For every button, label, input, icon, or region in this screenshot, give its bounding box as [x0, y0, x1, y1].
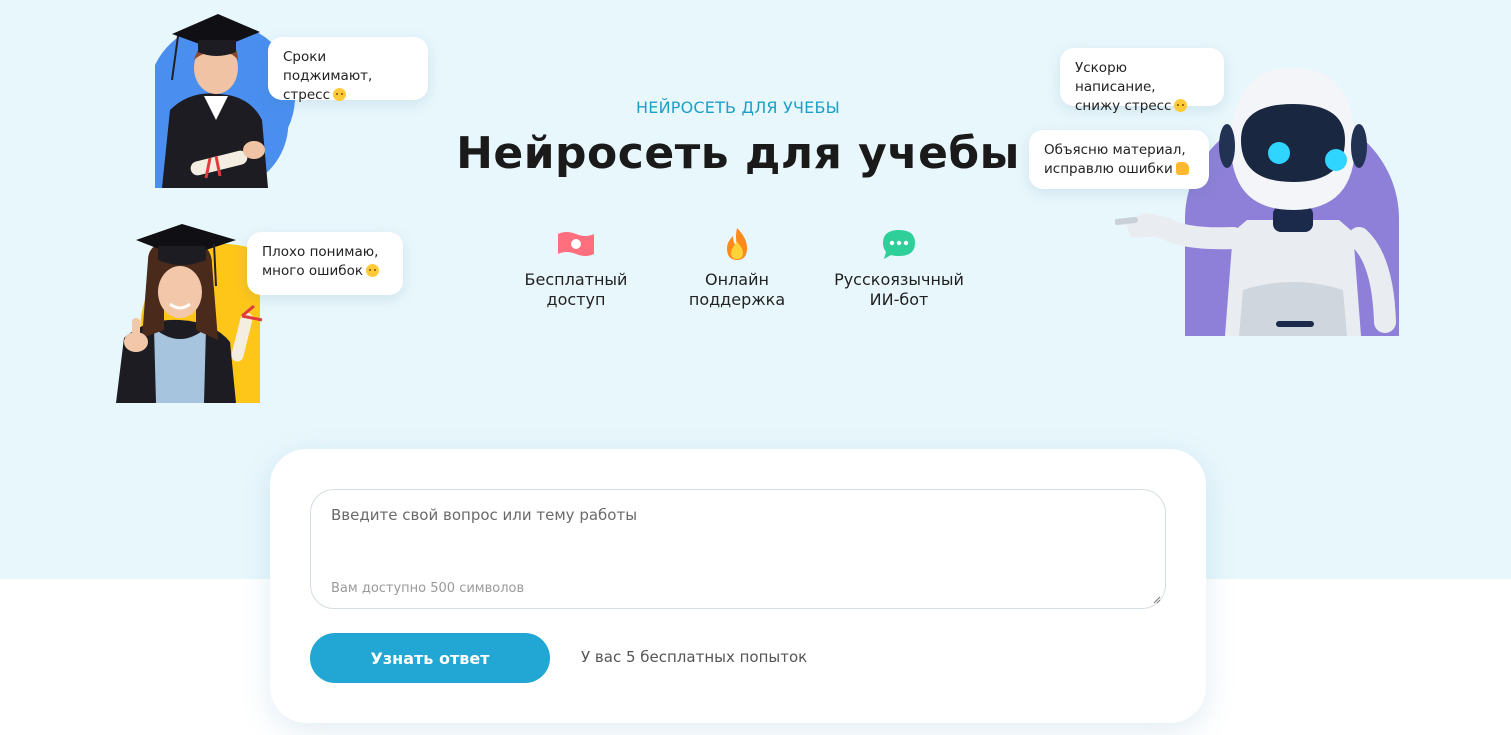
attempts-counter: У вас 5 бесплатных попыток	[581, 648, 808, 666]
char-limit-hint: Вам доступно 500 символов	[331, 581, 525, 596]
flame-icon	[727, 228, 747, 260]
bubble-text-line: Сроки поджимают,	[283, 49, 373, 84]
question-field-wrapper: Вам доступно 500 символов	[310, 489, 1166, 609]
graduate-girl-illustration	[116, 224, 263, 403]
bubble-text-line: Ускорю написание,	[1075, 60, 1156, 95]
feature-label-line: поддержка	[688, 290, 786, 309]
feature-label-line: Бесплатный	[524, 270, 628, 289]
question-form-card: Вам доступно 500 символов Узнать ответ У…	[270, 449, 1206, 723]
resize-handle-icon[interactable]	[1153, 596, 1161, 604]
section-kicker: НЕЙРОСЕТЬ ДЛЯ УЧЕБЫ	[636, 98, 840, 117]
page-title: Нейросеть для учебы	[456, 128, 1020, 179]
feature-label-line: Онлайн	[705, 270, 769, 289]
feature-label-line: ИИ-бот	[869, 290, 929, 309]
banknote-icon	[558, 232, 594, 256]
feature-russian-bot: Русскоязычный ИИ-бот	[814, 226, 984, 310]
bubble-text-line: Плохо понимаю,	[262, 244, 379, 260]
bubble-text-line: много ошибок	[262, 263, 364, 279]
feature-free-access: Бесплатный доступ	[491, 226, 661, 310]
get-answer-button[interactable]: Узнать ответ	[310, 633, 550, 683]
speech-bubble-student-1: Сроки поджимают, стресс	[268, 37, 428, 103]
feature-label-line: доступ	[546, 290, 606, 309]
sad-face-emoji-icon	[366, 264, 380, 277]
feature-online-support: Онлайн поддержка	[652, 226, 822, 310]
feature-label-line: Русскоязычный	[834, 270, 964, 289]
speech-bubble-student-2: Плохо понимаю, много ошибок	[247, 232, 403, 295]
chat-bubble-icon	[883, 230, 915, 259]
